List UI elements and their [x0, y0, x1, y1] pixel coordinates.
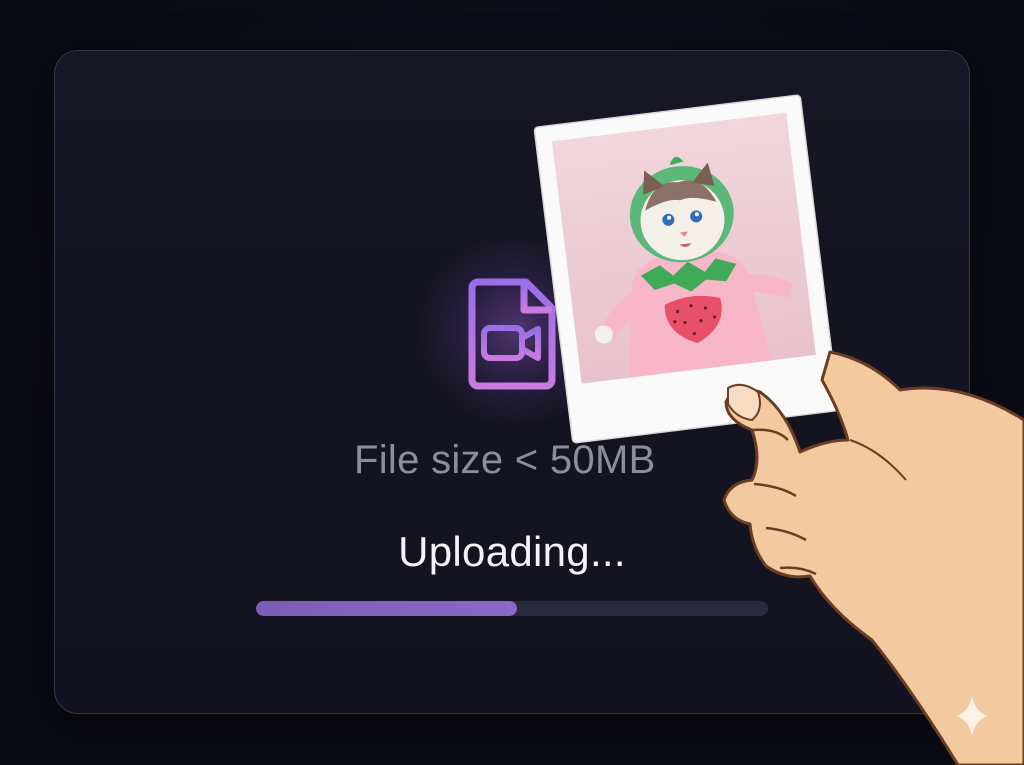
upload-screen: File size < 50MB Uploading...: [0, 0, 1024, 765]
video-file-icon: [468, 278, 556, 390]
upload-progress-fill: [256, 601, 518, 616]
upload-progress-bar: [256, 601, 768, 616]
file-size-hint: File size < 50MB: [354, 438, 656, 482]
upload-status: Uploading...: [398, 528, 626, 575]
